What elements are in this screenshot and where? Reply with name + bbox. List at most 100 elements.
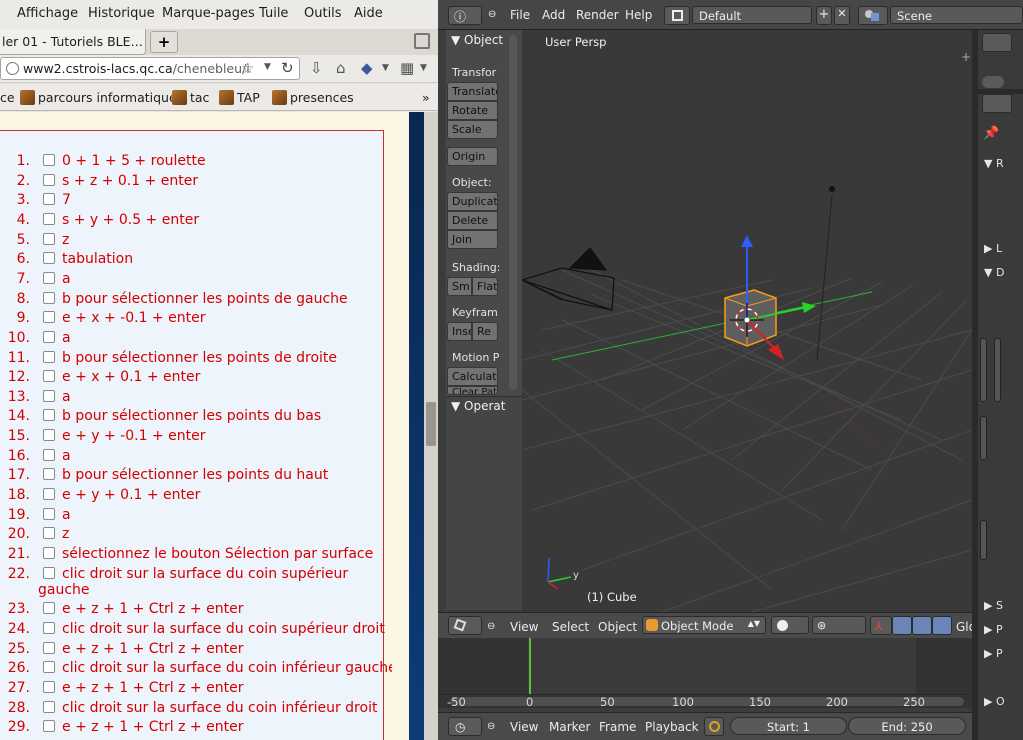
calculate-path-button[interactable]: Calculat [447, 367, 498, 386]
step-checkbox[interactable] [43, 468, 55, 481]
object-menu[interactable]: Object [598, 620, 637, 634]
step-checkbox[interactable] [43, 488, 55, 501]
step-checkbox[interactable] [43, 291, 55, 304]
panel-d[interactable]: ▼ D [984, 266, 1004, 279]
step-checkbox[interactable] [43, 154, 55, 166]
mode-selector[interactable]: Object Mode ▲▼ [642, 616, 766, 634]
select-menu[interactable]: Select [552, 620, 589, 634]
timeline[interactable]: -50 0 50 100 150 200 250 [438, 638, 972, 709]
properties-editor-button[interactable] [982, 94, 1012, 113]
panel-r[interactable]: ▼ R [984, 157, 1004, 170]
grid-dropdown-icon[interactable]: ▼ [420, 63, 427, 73]
step-checkbox[interactable] [43, 566, 55, 579]
remove-keyframe-button[interactable]: Re [472, 322, 498, 341]
pin-icon[interactable]: 📌 [983, 126, 999, 141]
step-checkbox[interactable] [43, 680, 55, 693]
rotate-manip-icon[interactable] [912, 616, 932, 635]
scrollbar-thumb[interactable] [426, 402, 436, 446]
scene-icon[interactable] [858, 6, 888, 25]
panel-o[interactable]: ▶ O [984, 695, 1005, 708]
step-checkbox[interactable] [43, 330, 55, 343]
home-icon[interactable]: ⌂ [336, 59, 346, 77]
step-checkbox[interactable] [43, 700, 55, 713]
collapse-icon[interactable]: ⊖ [488, 9, 496, 20]
menu-file[interactable]: File [510, 8, 530, 22]
tl-frame-menu[interactable]: Frame [599, 720, 636, 734]
slider-d[interactable] [980, 520, 987, 560]
rotate-button[interactable]: Rotate [447, 101, 498, 120]
outliner-editor-button[interactable] [982, 33, 1012, 52]
bookmark-presences[interactable]: presences [272, 90, 354, 105]
slider-c[interactable] [980, 416, 987, 460]
step-checkbox[interactable] [43, 507, 55, 520]
step-checkbox[interactable] [43, 311, 55, 324]
step-checkbox[interactable] [43, 350, 55, 363]
object-panel-toggle[interactable]: ▼ Object [451, 33, 503, 47]
join-button[interactable]: Join [447, 230, 498, 249]
keying-icon[interactable] [704, 717, 724, 736]
tab-tutoriels[interactable]: ler 01 - Tutoriels BLE… [0, 29, 146, 55]
menu-marque-pages[interactable]: Marque-pages [162, 6, 255, 21]
menu-help[interactable]: Help [625, 8, 652, 22]
step-checkbox[interactable] [43, 602, 55, 615]
end-frame-field[interactable]: End: 250 [848, 717, 966, 735]
duplicate-button[interactable]: Duplicat [447, 192, 498, 211]
menu-outils[interactable]: Outils [304, 6, 342, 21]
tl-playback-menu[interactable]: Playback [645, 720, 699, 734]
screen-layout-field[interactable]: Default [692, 6, 812, 24]
translate-button[interactable]: Translate [447, 82, 498, 101]
add-layout-icon[interactable]: + [816, 6, 832, 25]
menu-affichage[interactable]: Affichage [17, 6, 78, 21]
step-checkbox[interactable] [43, 527, 55, 540]
tl-view-menu[interactable]: View [510, 720, 538, 734]
remove-layout-icon[interactable]: ✕ [834, 6, 850, 25]
outliner-toggle[interactable] [982, 76, 1004, 88]
viewport-plus-icon[interactable]: + [961, 50, 971, 64]
origin-button[interactable]: Origin [447, 147, 498, 166]
step-checkbox[interactable] [43, 370, 55, 383]
new-tab-button[interactable]: + [150, 31, 178, 53]
start-frame-field[interactable]: Start: 1 [730, 717, 847, 735]
step-checkbox[interactable] [43, 193, 55, 206]
tab-group-icon[interactable] [414, 33, 430, 49]
tl-marker-menu[interactable]: Marker [549, 720, 590, 734]
panel-p1[interactable]: ▶ P [984, 623, 1003, 636]
collapse-icon[interactable]: ⊖ [487, 721, 495, 732]
3d-viewport[interactable]: y + User Persp (1) Cube [522, 30, 972, 612]
star-icon[interactable]: ☆ [241, 59, 254, 77]
bookmark-tac[interactable]: tac [172, 90, 209, 105]
panel-s[interactable]: ▶ S [984, 599, 1003, 612]
delete-button[interactable]: Delete [447, 211, 498, 230]
flat-button[interactable]: Flat [472, 277, 498, 296]
page-scrollbar[interactable] [424, 112, 438, 740]
clear-path-button[interactable]: Clear Pat [447, 386, 498, 395]
insert-keyframe-button[interactable]: Inse [447, 322, 472, 341]
step-checkbox[interactable] [43, 232, 55, 245]
step-checkbox[interactable] [43, 409, 55, 422]
slider-a[interactable] [980, 338, 987, 402]
step-checkbox[interactable] [43, 271, 55, 284]
step-checkbox[interactable] [43, 429, 55, 442]
step-checkbox[interactable] [43, 212, 55, 225]
panel-p2[interactable]: ▶ P [984, 647, 1003, 660]
bookmarks-overflow-button[interactable]: » [422, 90, 430, 105]
smooth-button[interactable]: Sm [447, 277, 472, 296]
bookmark-ce[interactable]: ce [0, 90, 15, 105]
step-checkbox[interactable] [43, 621, 55, 634]
bookmark-parcours[interactable]: parcours informatique [20, 90, 177, 105]
menu-aide[interactable]: Aide [354, 6, 383, 21]
pivot-selector[interactable]: ⊛ [812, 616, 866, 634]
step-checkbox[interactable] [43, 448, 55, 461]
tool-shelf-scrollbar[interactable] [509, 35, 517, 390]
timeline-editor-button[interactable]: ◷ [448, 717, 482, 736]
step-checkbox[interactable] [43, 389, 55, 402]
step-checkbox[interactable] [43, 547, 55, 559]
scene-field[interactable]: Scene [890, 6, 1023, 24]
editor-type-button[interactable]: ⓘ [448, 6, 482, 25]
grid-icon[interactable]: ▦ [400, 59, 414, 77]
operator-panel-toggle[interactable]: ▼ Operat [451, 399, 505, 413]
step-checkbox[interactable] [43, 641, 55, 654]
shading-selector[interactable] [771, 616, 809, 634]
dropdown-icon[interactable]: ▼ [264, 62, 271, 72]
scale-button[interactable]: Scale [447, 120, 498, 139]
